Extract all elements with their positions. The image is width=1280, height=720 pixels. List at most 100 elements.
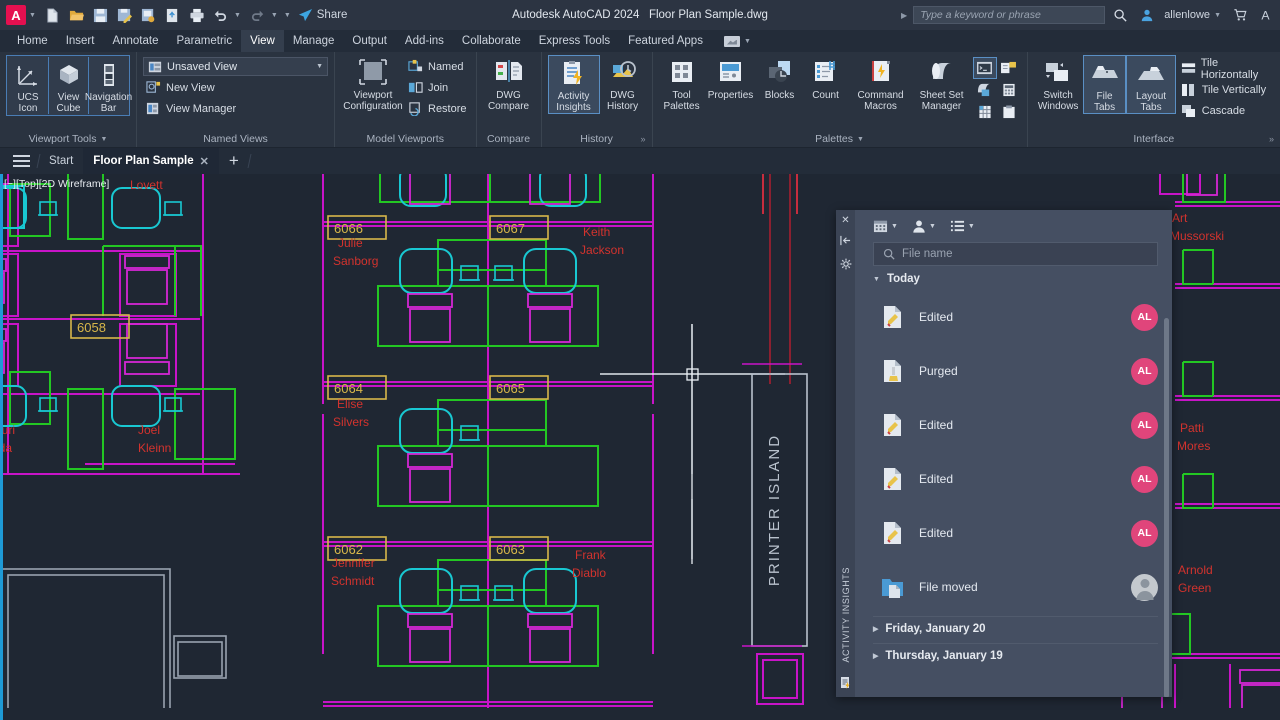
file-tab-start[interactable]: Start bbox=[39, 148, 83, 174]
user-name-label[interactable]: allenlowe bbox=[1164, 9, 1210, 21]
publish-icon[interactable] bbox=[162, 4, 184, 26]
avatar[interactable]: AL bbox=[1131, 466, 1158, 493]
chevron-down-icon[interactable]: ▼ bbox=[857, 136, 864, 143]
external-references-icon[interactable] bbox=[997, 57, 1021, 79]
panel-properties-icon[interactable] bbox=[840, 258, 852, 273]
list-item[interactable]: Edited AL bbox=[873, 452, 1158, 506]
tile-horizontally-button[interactable]: Tile Horizontally bbox=[1181, 60, 1274, 78]
layout-tabs-button[interactable]: LayoutTabs bbox=[1126, 55, 1175, 114]
tab-insert[interactable]: Insert bbox=[57, 30, 104, 52]
tab-home[interactable]: Home bbox=[8, 30, 57, 52]
file-tab-floor-plan-sample[interactable]: Floor Plan Sample ✕ bbox=[83, 148, 219, 174]
avatar[interactable]: AL bbox=[1131, 358, 1158, 385]
avatar[interactable] bbox=[1136, 4, 1158, 26]
avatar[interactable]: AL bbox=[1131, 304, 1158, 331]
print-icon[interactable] bbox=[186, 4, 208, 26]
list-item[interactable]: File moved bbox=[873, 560, 1158, 614]
hamburger-icon[interactable] bbox=[4, 148, 38, 174]
tab-express-tools[interactable]: Express Tools bbox=[530, 30, 619, 52]
qat-customize-icon[interactable]: ▼ bbox=[284, 12, 291, 19]
list-item[interactable]: Purged AL bbox=[873, 344, 1158, 398]
sheet-set-manager-button[interactable]: Sheet SetManager bbox=[913, 55, 971, 112]
close-icon[interactable]: ✕ bbox=[841, 216, 849, 226]
markup-set-icon[interactable] bbox=[997, 101, 1021, 123]
blocks-button[interactable]: Blocks bbox=[757, 55, 803, 101]
new-view-button[interactable]: New View bbox=[143, 78, 328, 97]
tab-view[interactable]: View bbox=[241, 30, 284, 52]
plot-preview-icon[interactable] bbox=[138, 4, 160, 26]
cart-icon[interactable] bbox=[1229, 4, 1251, 26]
chevron-right-icon[interactable]: ▶ bbox=[873, 652, 878, 660]
dwg-compare-button[interactable]: DWGCompare bbox=[483, 55, 535, 112]
list-item[interactable]: Edited AL bbox=[873, 506, 1158, 560]
open-folder-icon[interactable] bbox=[66, 4, 88, 26]
cascade-button[interactable]: Cascade bbox=[1181, 102, 1274, 120]
search-expand-icon[interactable]: ▶ bbox=[901, 11, 907, 20]
tab-annotate[interactable]: Annotate bbox=[103, 30, 167, 52]
chevron-down-icon[interactable]: ▼ bbox=[968, 223, 975, 230]
activity-insights-scrollbar[interactable] bbox=[1163, 266, 1170, 697]
navigation-bar-button[interactable]: NavigationBar bbox=[88, 57, 128, 114]
chevron-down-icon[interactable]: ▼ bbox=[929, 223, 936, 230]
avatar[interactable]: AL bbox=[1131, 412, 1158, 439]
search-input[interactable]: Type a keyword or phrase bbox=[913, 6, 1105, 24]
tool-palettes-button[interactable]: ToolPalettes bbox=[659, 55, 705, 112]
calendar-filter-button[interactable]: ▼ bbox=[873, 219, 898, 233]
interface-panel-expand-icon[interactable]: » bbox=[1269, 134, 1274, 144]
ucs-icon-button[interactable]: UCSIcon bbox=[8, 57, 48, 114]
sheet-set-small-icon[interactable] bbox=[973, 79, 997, 101]
avatar[interactable] bbox=[1131, 574, 1158, 601]
help-icon[interactable]: A bbox=[1254, 4, 1276, 26]
tab-manage[interactable]: Manage bbox=[284, 30, 344, 52]
view-manager-button[interactable]: View Manager bbox=[143, 99, 328, 118]
data-link-icon[interactable] bbox=[973, 101, 997, 123]
viewport-controls-label[interactable]: [−][Top][2D Wireframe] bbox=[4, 178, 109, 190]
view-selector-combo[interactable]: Unsaved View ▼ bbox=[143, 57, 328, 76]
chevron-down-icon[interactable]: ▼ bbox=[873, 276, 880, 283]
chevron-down-icon[interactable]: ▼ bbox=[891, 223, 898, 230]
join-viewport-button[interactable]: Join bbox=[405, 78, 470, 97]
search-icon[interactable] bbox=[1109, 4, 1131, 26]
activity-insights-button[interactable]: ActivityInsights bbox=[548, 55, 600, 114]
close-icon[interactable]: ✕ bbox=[200, 155, 209, 168]
avatar[interactable]: AL bbox=[1131, 520, 1158, 547]
history-panel-expand-icon[interactable]: » bbox=[641, 134, 646, 144]
properties-button[interactable]: Properties bbox=[705, 55, 757, 101]
share-button[interactable]: Share bbox=[298, 8, 348, 23]
list-view-button[interactable]: ▼ bbox=[950, 219, 975, 233]
tab-featured-apps[interactable]: Featured Apps bbox=[619, 30, 712, 52]
command-line-icon[interactable] bbox=[973, 57, 997, 79]
tab-output[interactable]: Output bbox=[343, 30, 396, 52]
user-menu-caret-icon[interactable]: ▼ bbox=[1214, 12, 1221, 19]
person-filter-button[interactable]: ▼ bbox=[912, 219, 936, 233]
auto-hide-icon[interactable] bbox=[840, 235, 851, 249]
ribbon-minimize-icon[interactable] bbox=[724, 36, 740, 47]
redo-icon[interactable] bbox=[247, 4, 269, 26]
new-tab-button[interactable]: + bbox=[219, 148, 249, 174]
file-tabs-button[interactable]: FileTabs bbox=[1083, 55, 1127, 114]
undo-icon[interactable] bbox=[210, 4, 232, 26]
viewport-configuration-button[interactable]: ViewportConfiguration bbox=[341, 55, 405, 112]
redo-dropdown-icon[interactable]: ▼ bbox=[271, 12, 278, 19]
tile-vertically-button[interactable]: Tile Vertically bbox=[1181, 81, 1274, 99]
command-macros-button[interactable]: CommandMacros bbox=[849, 55, 913, 112]
activity-insights-list[interactable]: ▼ Today Edited AL Purged AL bbox=[855, 266, 1172, 697]
tab-add-ins[interactable]: Add-ins bbox=[396, 30, 453, 52]
quick-calc-icon[interactable] bbox=[997, 79, 1021, 101]
file-name-search-input[interactable]: File name bbox=[873, 242, 1158, 266]
restore-viewport-button[interactable]: Restore bbox=[405, 99, 470, 118]
app-menu-caret-icon[interactable]: ▼ bbox=[29, 12, 36, 19]
named-viewport-button[interactable]: Named bbox=[405, 57, 470, 76]
dwg-history-button[interactable]: DWGHistory bbox=[600, 55, 646, 112]
panel-title-viewport-tools[interactable]: Viewport Tools ▼ bbox=[2, 131, 134, 147]
save-icon[interactable] bbox=[90, 4, 112, 26]
switch-windows-button[interactable]: SwitchWindows bbox=[1034, 55, 1083, 112]
list-item[interactable]: Edited AL bbox=[873, 398, 1158, 452]
group-header-today[interactable]: ▼ Today bbox=[873, 268, 1158, 290]
autodesk-logo-button[interactable]: A bbox=[6, 5, 26, 25]
panel-title-palettes[interactable]: Palettes ▼ bbox=[655, 131, 1025, 147]
tab-collaborate[interactable]: Collaborate bbox=[453, 30, 530, 52]
chevron-right-icon[interactable]: ▶ bbox=[873, 625, 878, 633]
activity-insights-icon[interactable] bbox=[840, 676, 852, 692]
group-header-friday-january-20[interactable]: ▶ Friday, January 20 bbox=[873, 616, 1158, 641]
